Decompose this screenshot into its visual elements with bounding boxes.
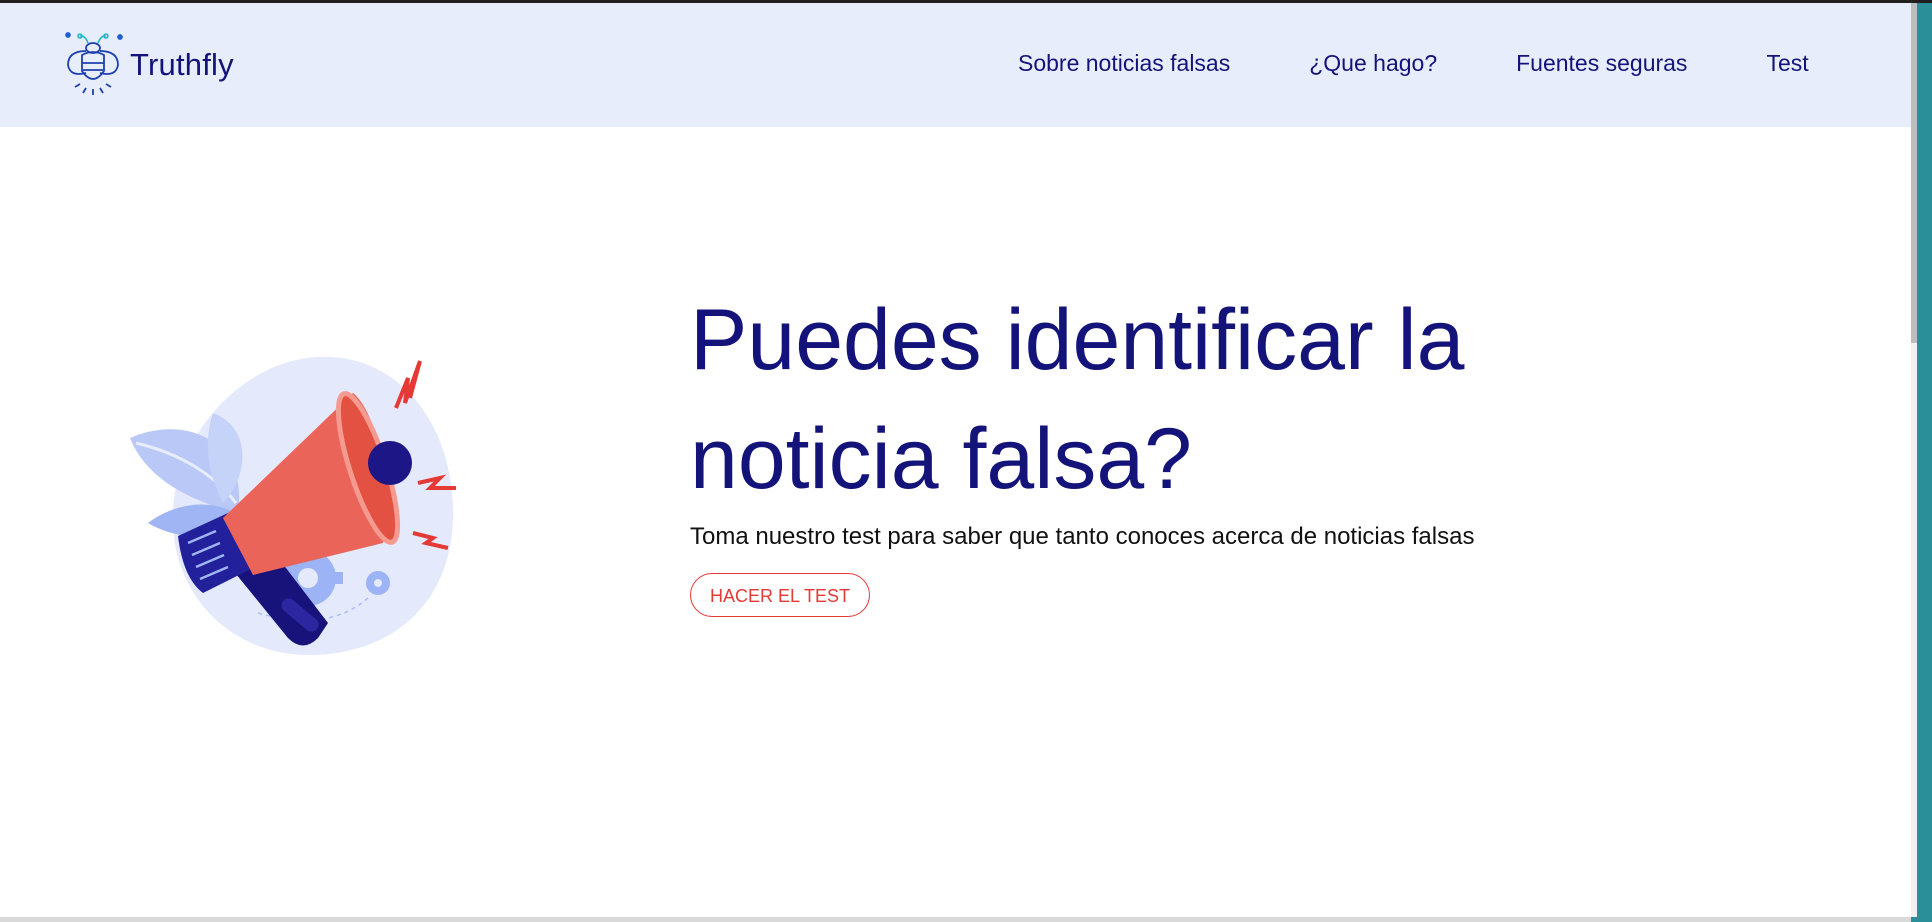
nav-link-test[interactable]: Test <box>1766 50 1808 77</box>
scrollbar-thumb[interactable] <box>1911 3 1917 343</box>
window-bottom-edge <box>0 917 1911 922</box>
nav-link-sobre-noticias-falsas[interactable]: Sobre noticias falsas <box>1018 50 1230 77</box>
nav-link-fuentes-seguras[interactable]: Fuentes seguras <box>1516 50 1687 77</box>
brand-name: Truthfly <box>130 47 234 82</box>
hero-section: Puedes identificar la noticia falsa? Tom… <box>690 281 1590 617</box>
main-nav: Sobre noticias falsas ¿Que hago? Fuentes… <box>1018 50 1809 77</box>
take-test-button[interactable]: HACER EL TEST <box>690 573 871 617</box>
brand[interactable]: Truthfly <box>60 29 234 101</box>
navbar: Truthfly Sobre noticias falsas ¿Que hago… <box>0 3 1911 127</box>
megaphone-icon <box>130 356 456 656</box>
hero-title: Puedes identificar la noticia falsa? <box>690 292 1465 507</box>
nav-link-que-hago[interactable]: ¿Que hago? <box>1309 50 1437 77</box>
page-viewport: Truthfly Sobre noticias falsas ¿Que hago… <box>0 3 1911 917</box>
hero-subtitle: Toma nuestro test para saber que tanto c… <box>690 523 1475 550</box>
firefly-logo-icon <box>65 32 123 95</box>
